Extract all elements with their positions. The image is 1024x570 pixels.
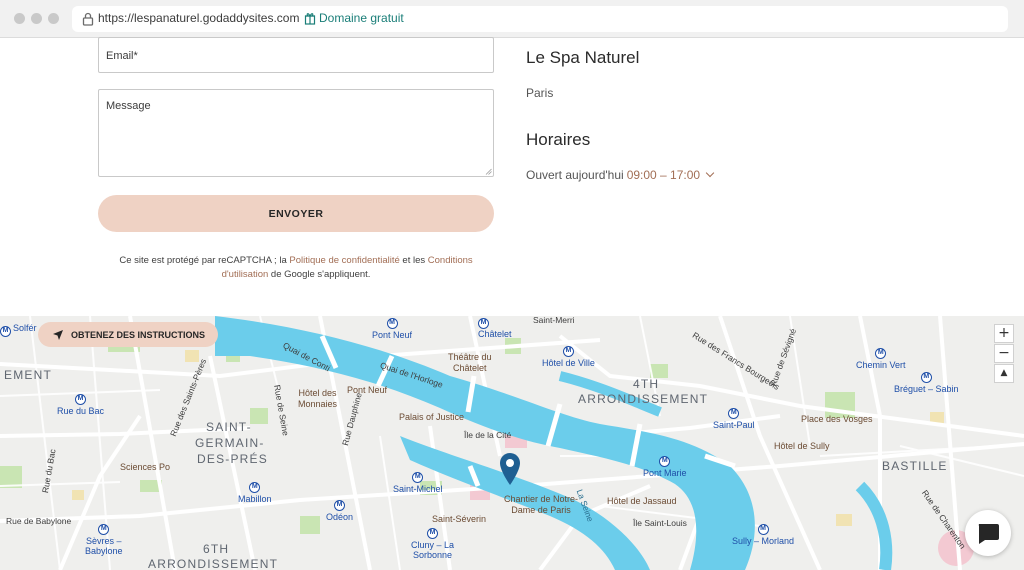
message-field[interactable]: Message [98, 89, 494, 177]
message-placeholder: Message [106, 100, 151, 112]
street-rue-babylone: Rue de Babylone [6, 516, 72, 526]
metro-cluny: M Cluny – La Sorbonne [411, 528, 455, 560]
metro-icon: M [427, 528, 439, 539]
metro-rue-du-bac: M Rue du Bac [57, 394, 105, 416]
metro-icon: M [0, 326, 11, 337]
metro-icon: M [757, 524, 769, 535]
hours-prefix: Ouvert aujourd'hui [526, 168, 624, 182]
poi-hotel-jassaud: Hôtel de Jassaud [607, 496, 677, 506]
metro-icon: M [562, 346, 574, 357]
metro-icon: M [659, 456, 671, 467]
metro-sevres-babylone: M Sèvres – Babylone [85, 524, 123, 556]
chat-button[interactable] [965, 510, 1011, 556]
email-field[interactable]: Email* [98, 37, 494, 73]
contact-section: Email* Message ENVOYER Ce site est proté… [0, 37, 1024, 316]
metro-solferino: M Solfér [0, 323, 37, 337]
metro-pont-marie: M Pont Marie [643, 456, 687, 478]
gift-icon [304, 13, 316, 25]
metro-icon: M [875, 348, 887, 359]
hours-heading: Horaires [526, 130, 591, 149]
metro-hotel-de-ville: M Hôtel de Ville [542, 346, 595, 368]
district-label-2: GERMAIN- [195, 436, 265, 450]
district-6th-label: ARRONDISSEMENT [148, 557, 279, 570]
metro-chatelet: M Châtelet [478, 318, 512, 339]
chevron-down-icon [705, 168, 715, 178]
poi-sciences-po: Sciences Po [120, 462, 171, 472]
lock-icon [82, 12, 94, 26]
metro-icon: M [334, 500, 346, 511]
poi-notre-dame: Chantier de Notre- Dame de Paris [504, 494, 579, 515]
compass-icon: ▲ [1000, 368, 1008, 378]
get-directions-button[interactable]: OBTENEZ DES INSTRUCTIONS [38, 322, 218, 347]
metro-icon: M [386, 318, 398, 329]
metro-icon: M [478, 318, 489, 329]
metro-icon: M [98, 524, 110, 535]
url-text: https://lespanaturel.godaddysites.com [98, 11, 300, 25]
metro-odeon: M Odéon [326, 500, 354, 522]
poi-place-vosges: Place des Vosges [801, 414, 873, 424]
legal-prefix: Ce site est protégé par reCAPTCHA ; la [119, 255, 290, 266]
address-bar[interactable]: https://lespanaturel.godaddysites.com Do… [72, 6, 1008, 32]
island-ile-de-la-cite: Île de la Cité [464, 430, 512, 440]
metro-saint-michel: M Saint-Michel [393, 472, 443, 494]
legal-middle: et les [399, 255, 428, 266]
zoom-out-button[interactable]: − [994, 344, 1014, 363]
metro-icon: M [249, 482, 261, 493]
resize-handle-icon[interactable] [485, 168, 492, 175]
metro-chemin-vert: M Chemin Vert [856, 348, 906, 370]
metro-icon: M [920, 372, 932, 383]
poi-hotel-monnaies: Hôtel des Monnaies [298, 388, 338, 409]
map[interactable]: EMENT SAINT- GERMAIN- DES-PRÉS 4TH ARRON… [0, 316, 1024, 570]
metro-saint-paul: M Saint-Paul [713, 408, 755, 430]
poi-theatre-chatelet: Théâtre du Châtelet [448, 352, 492, 373]
chat-bubble-icon [978, 524, 999, 544]
get-directions-label: OBTENEZ DES INSTRUCTIONS [71, 329, 206, 340]
window-close-dot[interactable] [14, 13, 25, 24]
recaptcha-notice: Ce site est protégé par reCAPTCHA ; la P… [100, 254, 492, 282]
metro-mabillon: M Mabillon [238, 482, 272, 504]
metro-breguet-sabin: M Bréguet – Sabin [894, 372, 959, 394]
window-minimize-dot[interactable] [31, 13, 42, 24]
district-7th-label: EMENT [4, 368, 52, 382]
email-placeholder: Email* [106, 50, 138, 62]
district-6th-num: 6TH [203, 542, 230, 556]
street-saint-merri: Saint-Merri [533, 316, 575, 325]
poi-saint-severin: Saint-Séverin [432, 514, 487, 524]
business-city: Paris [526, 86, 554, 100]
metro-icon: M [728, 408, 740, 419]
metro-sully-morland: M Sully – Morland [732, 524, 795, 546]
metro-pont-neuf: M Pont Neuf [372, 318, 413, 340]
poi-palais-justice: Palais of Justice [399, 412, 465, 422]
browser-toolbar: https://lespanaturel.godaddysites.com Do… [0, 0, 1024, 38]
district-bastille-label: BASTILLE [882, 459, 948, 473]
send-button[interactable]: ENVOYER [98, 195, 494, 232]
metro-icon: M [75, 394, 87, 405]
hours-value: 09:00 – 17:00 [626, 168, 701, 182]
location-pin-icon[interactable] [499, 452, 521, 486]
navigation-arrow-icon [53, 329, 63, 340]
district-4th-num: 4TH [633, 377, 660, 391]
district-label-3: DES-PRÉS [197, 452, 268, 466]
privacy-policy-link[interactable]: Politique de confidentialité [289, 255, 399, 266]
district-4th-label: ARRONDISSEMENT [578, 392, 709, 406]
legal-suffix: de Google s'appliquent. [268, 269, 371, 280]
district-label-1: SAINT- [206, 420, 252, 434]
business-name: Le Spa Naturel [526, 48, 640, 67]
island-ile-saint-louis: Île Saint-Louis [633, 518, 687, 528]
compass-button[interactable]: ▲ [994, 364, 1014, 383]
hours-toggle[interactable]: Ouvert aujourd'hui 09:00 – 17:00 [526, 168, 715, 182]
zoom-in-button[interactable]: + [994, 324, 1014, 343]
metro-icon: M [412, 472, 424, 483]
window-maximize-dot[interactable] [48, 13, 59, 24]
free-domain-link[interactable]: Domaine gratuit [319, 11, 404, 25]
poi-hotel-sully: Hôtel de Sully [774, 441, 830, 451]
